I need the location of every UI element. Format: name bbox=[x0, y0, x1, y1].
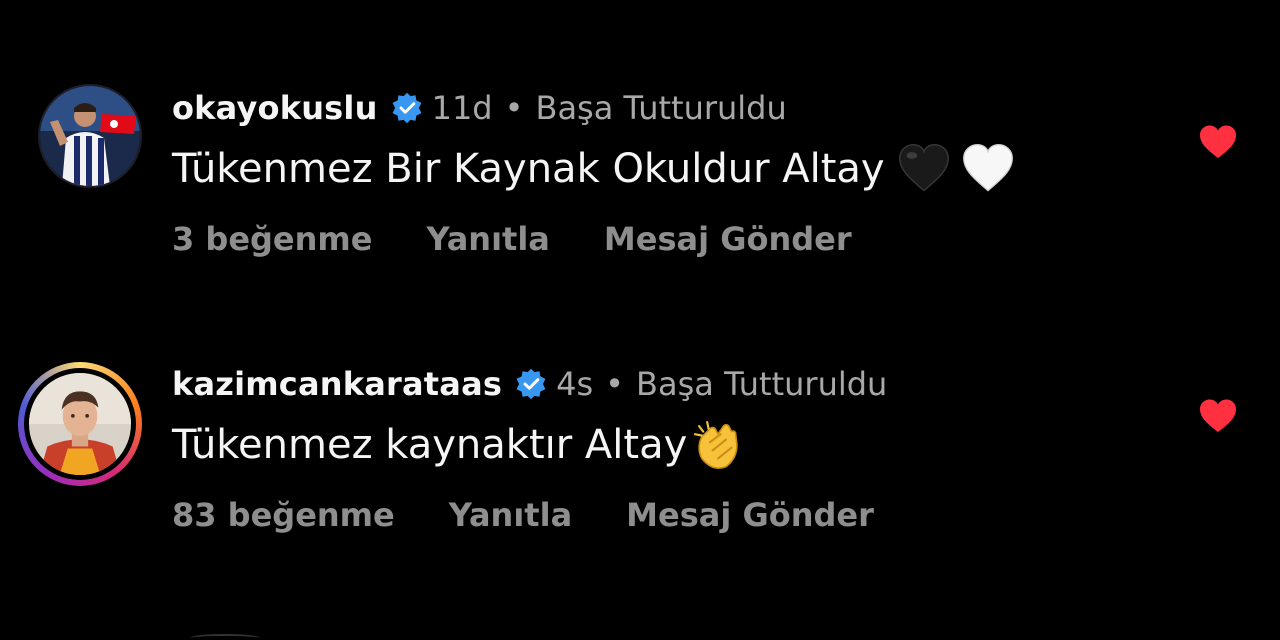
avatar bbox=[24, 368, 136, 480]
like-heart-icon[interactable] bbox=[1198, 398, 1238, 434]
username[interactable]: kazimcankarataas bbox=[172, 365, 502, 403]
comment-item: kazimcankarataas 4s • Başa Tutturuldu Tüke… bbox=[0, 356, 1280, 556]
comments-screen: okayokuslu 11d • Başa Tutturuldu Tükenmez … bbox=[0, 0, 1280, 640]
comment-time: 4s bbox=[556, 365, 594, 403]
likes-count[interactable]: 83 beğenme bbox=[172, 496, 395, 534]
username[interactable]: okayokuslu bbox=[172, 89, 378, 127]
comment-meta: 4s • Başa Tutturuldu bbox=[556, 365, 887, 403]
reply-button[interactable]: Yanıtla bbox=[426, 220, 549, 258]
comment-actions: 83 beğenme Yanıtla Mesaj Gönder bbox=[172, 496, 928, 534]
comment-body: Tükenmez Bir Kaynak Okuldur Altay bbox=[172, 146, 885, 192]
comment-actions: 3 beğenme Yanıtla Mesaj Gönder bbox=[172, 220, 906, 258]
separator-dot: • bbox=[504, 89, 524, 127]
avatar-story-ring[interactable] bbox=[18, 362, 142, 486]
pinned-label: Başa Tutturuldu bbox=[535, 89, 787, 127]
comment-header: kazimcankarataas 4s • Başa Tutturuldu bbox=[172, 362, 887, 406]
black-heart-icon bbox=[898, 144, 949, 192]
comment-item: okayokuslu 11d • Başa Tutturuldu Tükenmez … bbox=[0, 80, 1280, 280]
comment-text: Tükenmez kaynaktır Altay bbox=[172, 418, 745, 472]
send-message-button[interactable]: Mesaj Gönder bbox=[604, 220, 852, 258]
comment-meta: 11d • Başa Tutturuldu bbox=[432, 89, 787, 127]
next-avatar-edge bbox=[190, 634, 260, 640]
avatar[interactable] bbox=[38, 84, 142, 188]
like-heart-icon[interactable] bbox=[1198, 124, 1238, 160]
clapping-hands-icon bbox=[694, 420, 738, 469]
white-heart-icon bbox=[962, 144, 1013, 192]
likes-count[interactable]: 3 beğenme bbox=[172, 220, 372, 258]
avatar-image bbox=[40, 86, 140, 186]
verified-badge-icon bbox=[516, 368, 546, 400]
comment-time: 11d bbox=[431, 89, 493, 127]
comment-body: Tükenmez kaynaktır Altay bbox=[172, 422, 688, 468]
send-message-button[interactable]: Mesaj Gönder bbox=[626, 496, 874, 534]
separator-dot: • bbox=[605, 365, 625, 403]
comment-header: okayokuslu 11d • Başa Tutturuldu bbox=[172, 86, 787, 130]
avatar-image bbox=[29, 373, 131, 475]
comment-text: Tükenmez Bir Kaynak Okuldur Altay bbox=[172, 142, 1015, 196]
reply-button[interactable]: Yanıtla bbox=[449, 496, 572, 534]
verified-badge-icon bbox=[392, 92, 422, 124]
pinned-label: Başa Tutturuldu bbox=[636, 365, 888, 403]
